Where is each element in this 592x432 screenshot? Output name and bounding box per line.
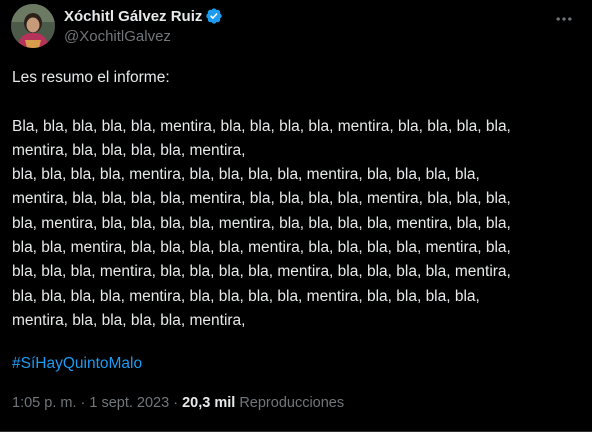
- avatar-photo: [11, 4, 55, 48]
- tweet-line: mentira, bla, bla, bla, bla, mentira, bl…: [12, 190, 511, 208]
- tweet-line: bla, mentira, bla, bla, bla, bla, mentir…: [12, 214, 511, 232]
- tweet-line: Bla, bla, bla, bla, bla, mentira, bla, b…: [12, 117, 511, 135]
- verified-badge-icon: [205, 7, 223, 25]
- handle[interactable]: @XochitlGalvez: [64, 28, 532, 45]
- tweet-line: bla, bla, bla, bla, mentira, bla, bla, b…: [12, 166, 480, 184]
- tweet-line: bla, bla, bla, bla, mentira, bla, bla, b…: [12, 287, 480, 305]
- tweet-time[interactable]: 1:05 p. m.: [12, 395, 76, 411]
- tweet-line: mentira, bla, bla, bla, bla, mentira,: [12, 311, 246, 329]
- tweet-card: Xóchitl Gálvez Ruiz @XochitlGalvez Les r…: [0, 0, 592, 432]
- hashtag-link[interactable]: #SíHayQuintoMalo: [12, 355, 142, 373]
- more-options-icon[interactable]: [552, 7, 576, 31]
- tweet-meta: 1:05 p. m. · 1 sept. 2023 · 20,3 mil Rep…: [12, 395, 344, 411]
- author-block: Xóchitl Gálvez Ruiz @XochitlGalvez: [64, 6, 532, 45]
- meta-separator: ·: [76, 395, 90, 411]
- tweet-date[interactable]: 1 sept. 2023: [89, 395, 169, 411]
- views-label: Reproducciones: [239, 395, 345, 411]
- tweet-text: Les resumo el informe: Bla, bla, bla, bl…: [12, 66, 582, 333]
- tweet-line: [12, 90, 582, 114]
- tweet-line: bla, bla, mentira, bla, bla, bla, bla, m…: [12, 239, 511, 257]
- tweet-line: Les resumo el informe:: [12, 69, 170, 86]
- tweet-line: mentira, bla, bla, bla, bla, mentira,: [12, 141, 246, 159]
- tweet-line: bla, bla, bla, mentira, bla, bla, bla, b…: [12, 263, 511, 281]
- avatar[interactable]: [11, 4, 55, 48]
- meta-separator: ·: [169, 395, 183, 411]
- views-count: 20,3 mil: [182, 395, 236, 411]
- name-row: Xóchitl Gálvez Ruiz: [64, 6, 532, 26]
- display-name[interactable]: Xóchitl Gálvez Ruiz: [64, 8, 202, 25]
